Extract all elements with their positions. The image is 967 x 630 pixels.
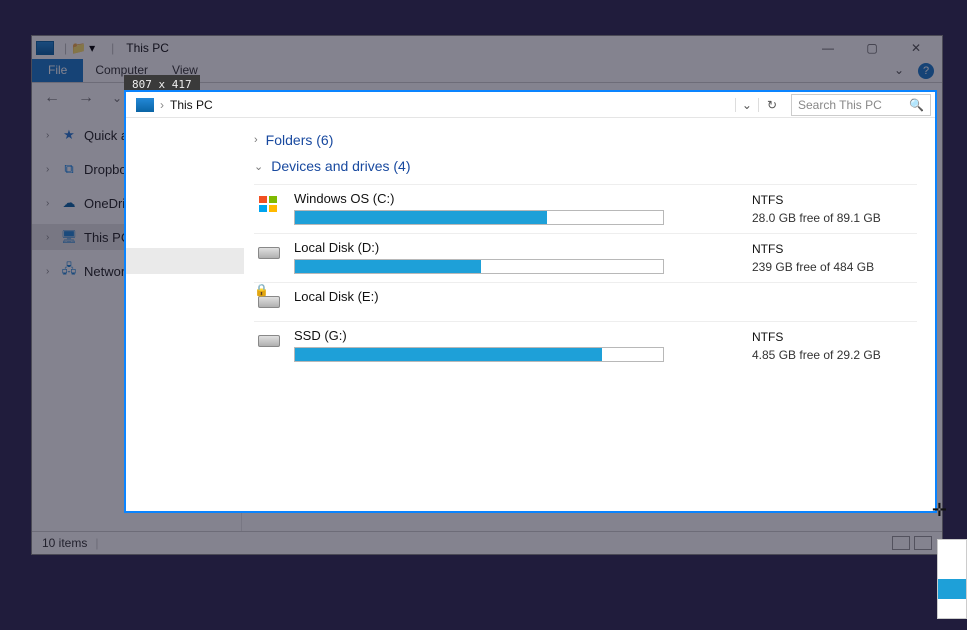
drive-filesystem: NTFS bbox=[752, 191, 917, 209]
thumbnails-view-icon[interactable] bbox=[914, 536, 932, 550]
window-title: This PC bbox=[126, 41, 169, 55]
address-bar: › This PC ⌄ ↻ Search This PC 🔍 bbox=[126, 92, 935, 118]
expander-icon[interactable]: › bbox=[46, 232, 60, 243]
expander-icon[interactable]: › bbox=[46, 198, 60, 209]
chevron-down-icon: ⌄ bbox=[254, 160, 263, 173]
refresh-button[interactable]: ↻ bbox=[758, 98, 785, 112]
usage-fill bbox=[295, 211, 547, 224]
sidebar-slice bbox=[126, 118, 244, 511]
drive-free-text: 4.85 GB free of 29.2 GB bbox=[752, 346, 917, 364]
drive-row[interactable]: SSD (G:) NTFS 4.85 GB free of 29.2 GB bbox=[254, 321, 917, 370]
breadcrumb-location[interactable]: This PC bbox=[164, 98, 219, 112]
expander-icon[interactable]: › bbox=[46, 266, 60, 277]
help-icon[interactable]: ? bbox=[918, 63, 934, 79]
drive-name: Local Disk (D:) bbox=[294, 240, 752, 255]
drive-name: Windows OS (C:) bbox=[294, 191, 752, 206]
drive-name: SSD (G:) bbox=[294, 328, 752, 343]
cloud-icon: ☁ bbox=[60, 195, 78, 211]
computer-icon bbox=[136, 98, 154, 112]
network-icon: 🖧 bbox=[60, 263, 78, 279]
usage-bar bbox=[294, 259, 664, 274]
search-input[interactable]: Search This PC 🔍 bbox=[791, 94, 931, 116]
drive-locked-icon: 🔒 bbox=[254, 289, 284, 315]
group-folders[interactable]: › Folders (6) bbox=[254, 132, 917, 148]
dropbox-icon: ⧉ bbox=[60, 161, 78, 177]
expander-icon[interactable]: › bbox=[46, 130, 60, 141]
expander-icon[interactable]: › bbox=[46, 164, 60, 175]
forward-button[interactable]: → bbox=[72, 89, 100, 107]
titlebar: | 📁 ▾ | This PC — ▢ ✕ bbox=[32, 36, 942, 59]
minimize-button[interactable]: — bbox=[806, 36, 850, 59]
usage-fill bbox=[295, 260, 481, 273]
sidebar-selection-highlight bbox=[126, 248, 244, 274]
drive-hdd-icon bbox=[254, 240, 284, 266]
drives-pane: › Folders (6) ⌄ Devices and drives (4) W… bbox=[244, 118, 935, 511]
drive-hdd-icon bbox=[254, 328, 284, 354]
status-item-count: 10 items bbox=[42, 536, 87, 550]
search-icon: 🔍 bbox=[909, 98, 924, 112]
details-view-icon[interactable] bbox=[892, 536, 910, 550]
popup-highlight bbox=[938, 579, 966, 599]
usage-bar bbox=[294, 210, 664, 225]
usage-fill bbox=[295, 348, 602, 361]
statusbar: 10 items | bbox=[32, 531, 942, 554]
back-button[interactable]: ← bbox=[38, 89, 66, 107]
chevron-right-icon: › bbox=[254, 134, 258, 146]
active-capture-region: › This PC ⌄ ↻ Search This PC 🔍 › Folders… bbox=[124, 90, 937, 513]
qat-dropdown-icon[interactable]: ▾ bbox=[89, 41, 103, 55]
maximize-button[interactable]: ▢ bbox=[850, 36, 894, 59]
qat-divider: | bbox=[64, 41, 67, 55]
drive-row[interactable]: Windows OS (C:) NTFS 28.0 GB free of 89.… bbox=[254, 184, 917, 233]
system-icon bbox=[36, 41, 54, 55]
ribbon-file-tab[interactable]: File bbox=[32, 59, 83, 82]
drive-row[interactable]: 🔒 Local Disk (E:) bbox=[254, 282, 917, 321]
group-drives-label: Devices and drives (4) bbox=[271, 158, 410, 174]
drive-row[interactable]: Local Disk (D:) NTFS 239 GB free of 484 … bbox=[254, 233, 917, 282]
drive-free-text: 28.0 GB free of 89.1 GB bbox=[752, 209, 917, 227]
close-button[interactable]: ✕ bbox=[894, 36, 938, 59]
ribbon-minimize-icon[interactable]: ⌄ bbox=[884, 59, 914, 82]
usage-bar bbox=[294, 347, 664, 362]
drive-filesystem: NTFS bbox=[752, 240, 917, 258]
drive-name: Local Disk (E:) bbox=[294, 289, 752, 304]
address-dropdown-icon[interactable]: ⌄ bbox=[735, 98, 758, 112]
qat-folder-icon[interactable]: 📁 bbox=[71, 41, 85, 55]
group-drives[interactable]: ⌄ Devices and drives (4) bbox=[254, 158, 917, 174]
search-placeholder: Search This PC bbox=[798, 98, 882, 112]
drive-free-text: 239 GB free of 484 GB bbox=[752, 258, 917, 276]
star-icon: ★ bbox=[60, 127, 78, 143]
drive-windows-icon bbox=[254, 191, 284, 217]
group-folders-label: Folders (6) bbox=[266, 132, 334, 148]
computer-icon: 🖥 bbox=[60, 229, 78, 245]
popup-preview-strip bbox=[937, 539, 967, 619]
resize-handle-icon[interactable]: ✛ bbox=[932, 500, 947, 521]
drive-filesystem: NTFS bbox=[752, 328, 917, 346]
